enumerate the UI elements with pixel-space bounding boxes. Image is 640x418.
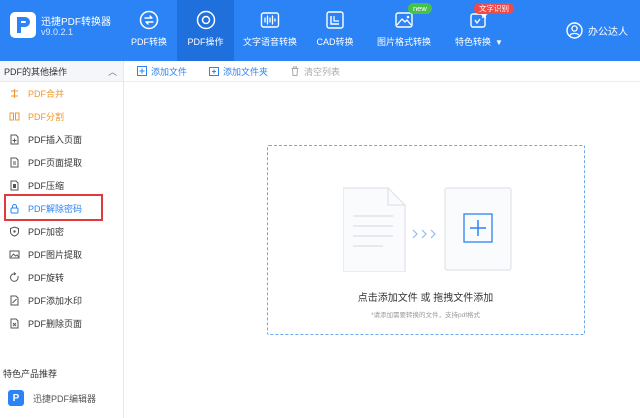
- main-nav: PDF转换 PDF操作 文字语音转换 CAD转换 new 图片格式转换 文字识别…: [121, 0, 514, 61]
- tab-label: 特色转换 ▼: [455, 35, 503, 48]
- tab-cad-convert[interactable]: CAD转换: [306, 0, 364, 61]
- merge-icon: [9, 88, 20, 99]
- highlight-annotation: [4, 194, 103, 221]
- new-badge: new: [408, 3, 432, 14]
- rotate-icon: [9, 272, 20, 283]
- brand: 迅捷PDF转换器 v9.0.2.1: [10, 10, 120, 50]
- sidebar-item-merge[interactable]: PDF合并: [0, 82, 123, 105]
- add-folder-button[interactable]: 添加文件夹: [209, 65, 268, 78]
- app-logo: [10, 12, 36, 38]
- drop-illustration: [343, 187, 512, 272]
- app-header: 迅捷PDF转换器 v9.0.2.1 PDF转换 PDF操作 文字语音转换 CAD…: [0, 0, 640, 61]
- tab-label: PDF操作: [187, 37, 224, 47]
- file-drop-zone[interactable]: 点击添加文件 或 拖拽文件添加 *请添加需要转换的文件，支持pdf格式: [267, 145, 585, 335]
- sidebar-item-label: PDF删除页面: [28, 319, 83, 329]
- tab-label-text: 特色转换: [455, 37, 492, 47]
- tab-text-speech[interactable]: 文字语音转换: [234, 0, 306, 61]
- drop-zone-hint-text: *请添加需要转换的文件，支持pdf格式: [370, 312, 481, 319]
- document-icon: [343, 187, 406, 272]
- add-plus-icon: [444, 187, 512, 271]
- sidebar-header[interactable]: PDF的其他操作 ︿: [0, 61, 123, 82]
- user-circle-icon: [566, 22, 583, 39]
- convert-icon: [139, 10, 159, 30]
- tab-feature-convert[interactable]: 文字识别 特色转换 ▼: [444, 0, 514, 61]
- sidebar-item-rotate[interactable]: PDF旋转: [0, 266, 123, 289]
- add-file-icon: [137, 66, 147, 76]
- add-file-button[interactable]: 添加文件: [137, 65, 187, 78]
- sidebar-item-insert-page[interactable]: PDF插入页面: [0, 128, 123, 151]
- sidebar-item-encrypt[interactable]: PDF加密: [0, 220, 123, 243]
- tab-label: 文字语音转换: [242, 37, 297, 47]
- sidebar-item-split[interactable]: PDF分割: [0, 105, 123, 128]
- product-name: 迅捷PDF编辑器: [33, 393, 97, 404]
- watermark-icon: [9, 295, 20, 306]
- sidebar-item-label: PDF图片提取: [28, 250, 83, 260]
- compress-icon: [9, 180, 20, 191]
- ocr-badge: 文字识别: [474, 3, 514, 14]
- arrow-icon: [412, 229, 436, 239]
- drop-zone-main-text: 点击添加文件 或 拖拽文件添加: [357, 293, 494, 304]
- sidebar-item-label: PDF分割: [28, 112, 65, 122]
- tab-pdf-operations[interactable]: PDF操作: [177, 0, 234, 61]
- sidebar-item-watermark[interactable]: PDF添加水印: [0, 289, 123, 312]
- featured-title: 特色产品推荐: [3, 369, 58, 379]
- clear-list-label: 清空列表: [304, 66, 341, 77]
- shield-icon: [9, 226, 20, 237]
- image-extract-icon: [9, 249, 20, 260]
- tab-label: CAD转换: [316, 37, 354, 47]
- split-icon: [9, 111, 20, 122]
- chevron-up-icon[interactable]: ︿: [108, 65, 117, 78]
- app-name: 迅捷PDF转换器: [41, 17, 111, 28]
- extract-page-icon: [9, 157, 20, 168]
- trash-icon: [291, 66, 299, 76]
- pdf-editor-logo-icon: P: [8, 390, 24, 406]
- user-account[interactable]: 办公达人: [566, 22, 628, 39]
- app-version: v9.0.2.1: [41, 27, 74, 37]
- tab-pdf-convert[interactable]: PDF转换: [121, 0, 177, 61]
- user-name: 办公达人: [588, 27, 628, 38]
- sidebar-item-delete-page[interactable]: PDF删除页面: [0, 312, 123, 335]
- sidebar-item-label: PDF插入页面: [28, 135, 83, 145]
- delete-page-icon: [9, 318, 20, 329]
- sidebar-item-label: PDF页面提取: [28, 158, 83, 168]
- sidebar-item-image-extract[interactable]: PDF图片提取: [0, 243, 123, 266]
- tab-label: 图片格式转换: [376, 37, 431, 47]
- tab-image-format[interactable]: new 图片格式转换: [364, 0, 444, 61]
- cad-icon: [326, 11, 344, 29]
- add-folder-label: 添加文件夹: [223, 66, 269, 77]
- clear-list-button[interactable]: 清空列表: [290, 65, 340, 78]
- featured-product[interactable]: P 迅捷PDF编辑器: [0, 385, 124, 411]
- sidebar-item-label: PDF加密: [28, 227, 65, 237]
- insert-page-icon: [9, 134, 20, 145]
- add-folder-icon: [209, 67, 220, 76]
- file-toolbar: 添加文件 添加文件夹 清空列表: [124, 61, 640, 82]
- sidebar: PDF的其他操作 ︿ PDF合并 PDF分割 PDF插入页面 PDF页面提取 P…: [0, 61, 124, 418]
- tab-label: PDF转换: [130, 37, 167, 47]
- sidebar-item-extract-page[interactable]: PDF页面提取: [0, 151, 123, 174]
- chevron-down-icon: ▼: [495, 38, 503, 47]
- audio-wave-icon: [260, 12, 280, 28]
- gear-icon: [196, 10, 215, 30]
- sidebar-item-label: PDF合并: [28, 89, 65, 99]
- sidebar-item-label: PDF添加水印: [28, 296, 83, 306]
- add-file-label: 添加文件: [151, 66, 188, 77]
- sidebar-item-label: PDF旋转: [28, 273, 65, 283]
- sidebar-title: PDF的其他操作: [4, 66, 68, 77]
- sidebar-item-label: PDF压缩: [28, 181, 65, 191]
